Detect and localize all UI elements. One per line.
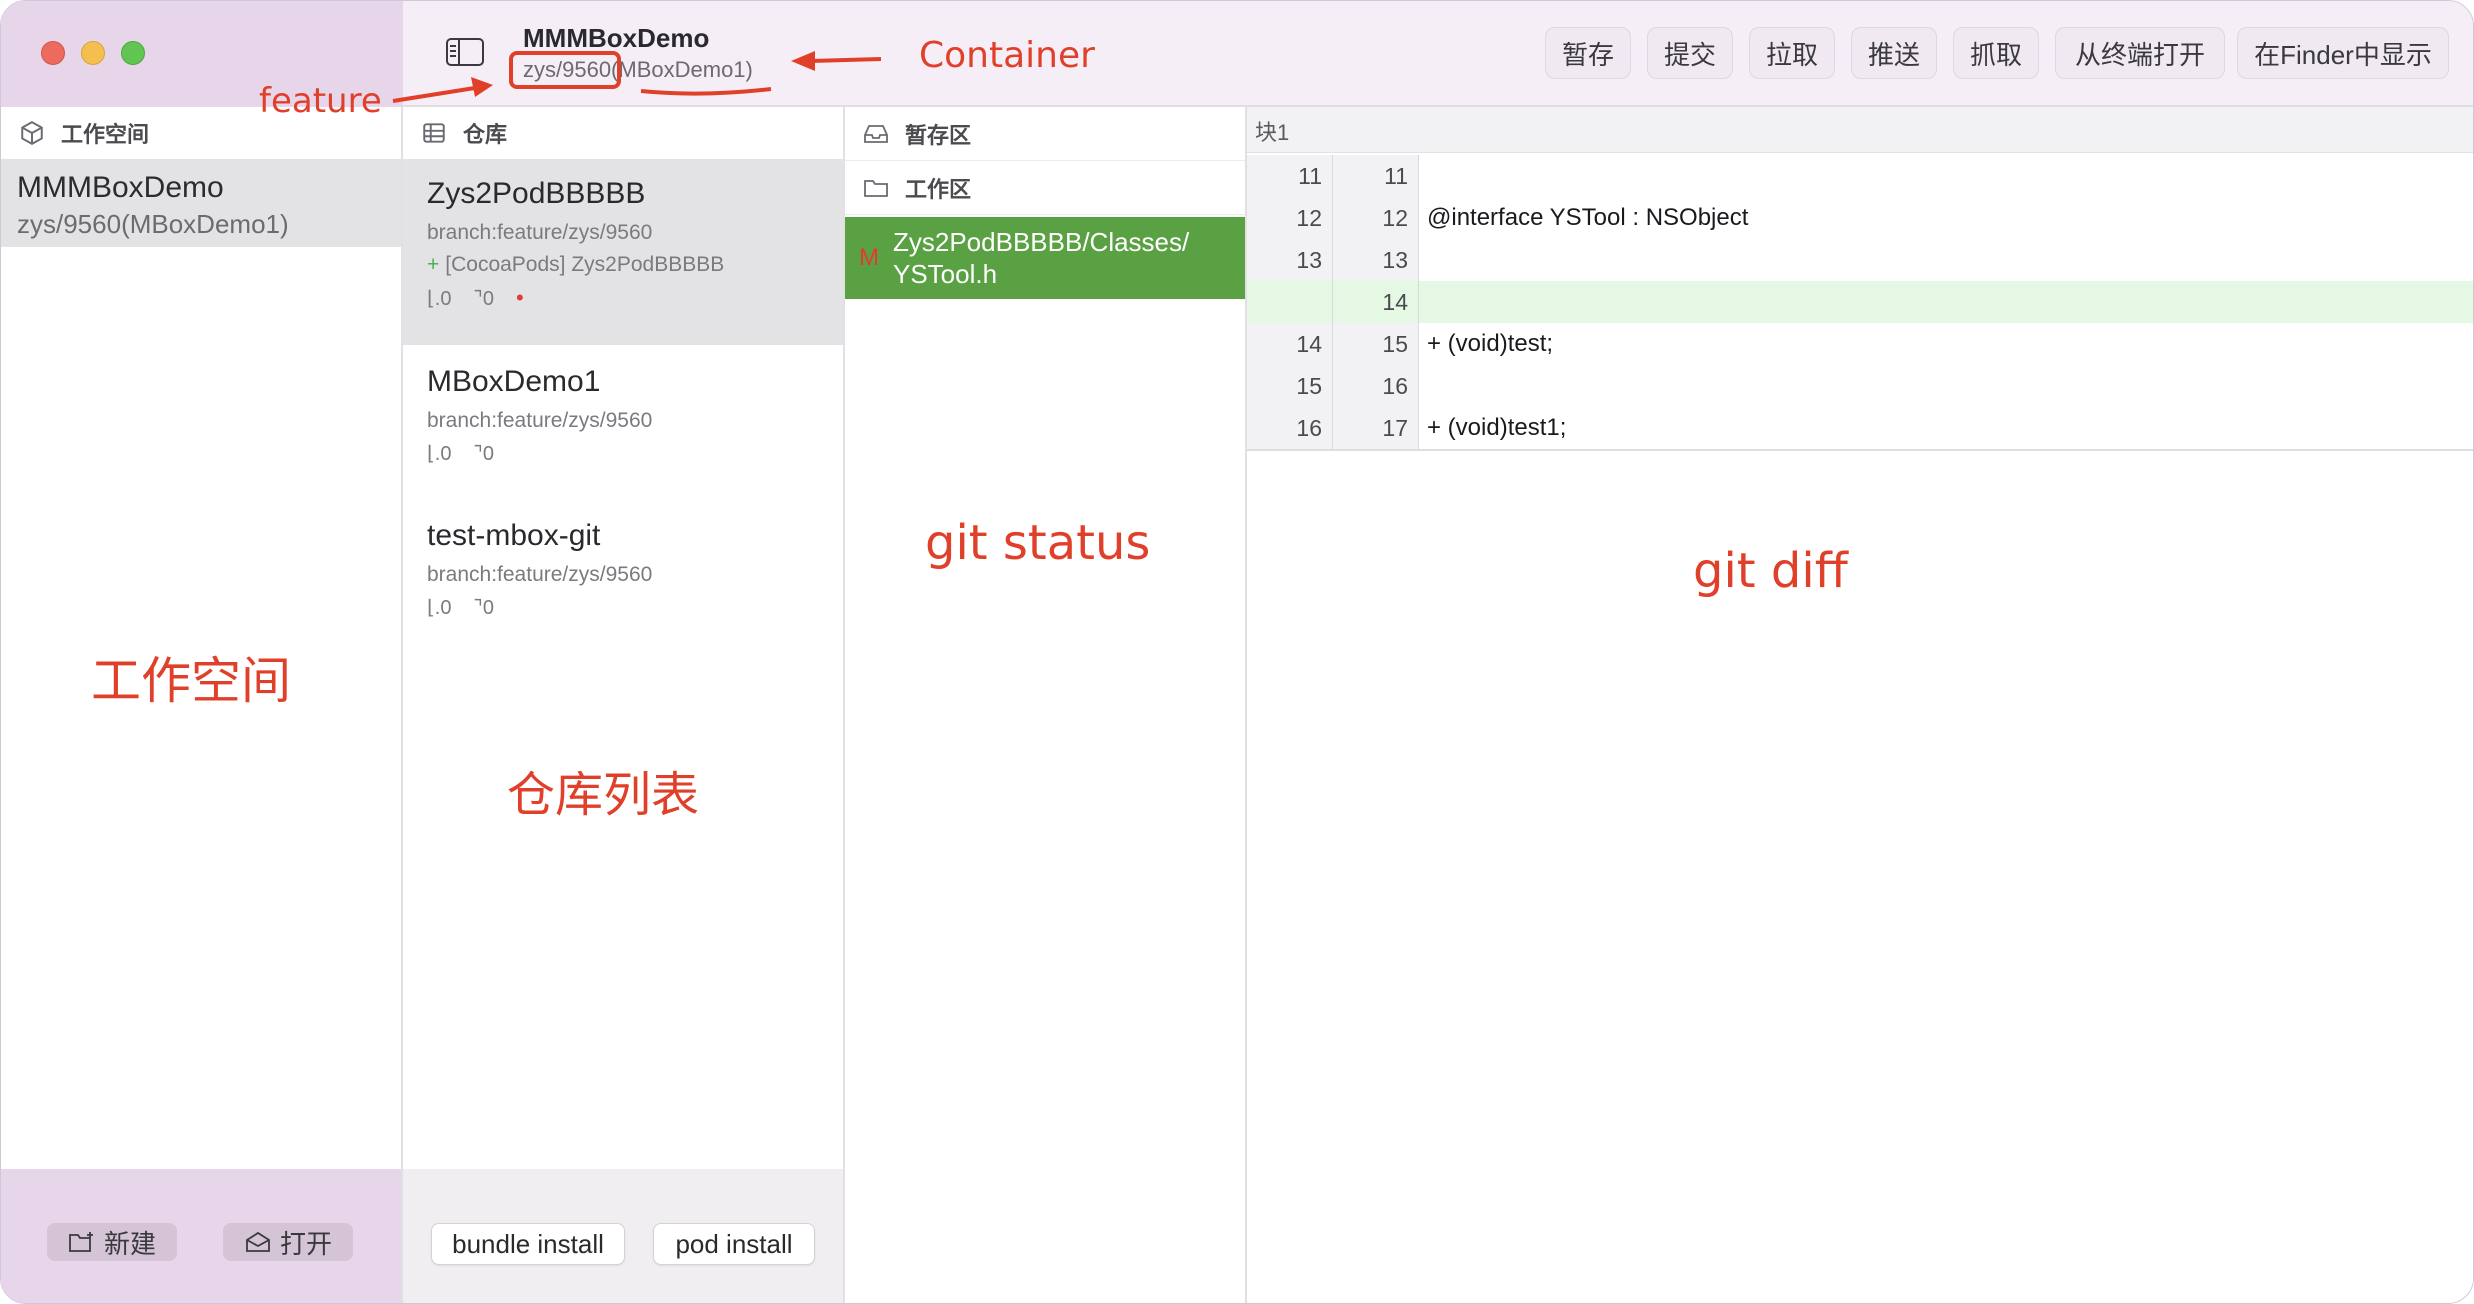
folder-icon	[864, 179, 888, 197]
old-line-number: 12	[1247, 197, 1333, 239]
repo-list-panel: 仓库 Zys2PodBBBBB branch:feature/zys/9560 …	[403, 107, 845, 1303]
open-workspace-button[interactable]: 打开	[223, 1223, 353, 1261]
bundle-install-button[interactable]: bundle install	[431, 1223, 625, 1265]
repo-counts: ⌊.0 ⌝0	[427, 595, 819, 620]
behind-count: ⌊.0	[427, 287, 452, 310]
new-line-number: 14	[1333, 281, 1419, 323]
changed-file-path: Zys2PodBBBBB/Classes/ YSTool.h	[893, 227, 1190, 289]
new-line-number: 16	[1333, 365, 1419, 407]
zoom-window-button[interactable]	[121, 41, 145, 65]
git-diff-annotation: git diff	[1693, 543, 1848, 599]
git-status-panel: 暂存区 工作区 M Zys2PodBBBBB/Classes/ YSTool.h	[845, 107, 1247, 1303]
workspace-item-sub: zys/9560(MBoxDemo1)	[17, 209, 289, 239]
old-line-number: 13	[1247, 239, 1333, 281]
repo-header-label: 仓库	[463, 122, 508, 147]
new-workspace-label: 新建	[103, 1228, 156, 1259]
open-envelope-icon	[246, 1231, 270, 1252]
new-workspace-button[interactable]: 新建	[47, 1223, 177, 1261]
tray-icon	[864, 124, 888, 143]
toolbar: MMMBoxDemo zys/9560(MBoxDemo1) 暂存 提交 拉取 …	[403, 1, 2473, 107]
repo-branch: branch:feature/zys/9560	[427, 409, 653, 432]
repo-list-annotation: 仓库列表	[507, 767, 700, 823]
container-annotation: Container	[919, 35, 1095, 76]
repo-item[interactable]: MBoxDemo1 branch:feature/zys/9560 ⌊.0 ⌝0	[403, 347, 843, 497]
old-line-number: 14	[1247, 323, 1333, 365]
repo-item[interactable]: Zys2PodBBBBB branch:feature/zys/9560 + [C…	[403, 159, 843, 345]
working-area-header[interactable]: 工作区	[845, 161, 1245, 215]
sidebar-footer: 新建 打开	[1, 1169, 401, 1303]
repo-name: Zys2PodBBBBB	[427, 177, 646, 210]
modified-dot: •	[515, 285, 524, 310]
new-folder-icon	[69, 1232, 93, 1252]
hunk-header: 块1	[1247, 107, 2473, 153]
ahead-count: ⌝0	[473, 287, 494, 310]
repo-name: MBoxDemo1	[427, 365, 601, 398]
cube-icon	[21, 121, 43, 145]
open-in-terminal-button[interactable]: 从终端打开	[2055, 27, 2225, 79]
repo-branch: branch:feature/zys/9560	[427, 563, 653, 586]
diff-line: 16 17 + (void)test1;	[1247, 407, 2473, 449]
git-diff-panel: 块1 11 11 12 12 @interface YSTool : NSObject 1…	[1247, 107, 2473, 1303]
workspace-item[interactable]: MMMBoxDemo zys/9560(MBoxDemo1)	[1, 159, 401, 247]
ahead-count: ⌝0	[473, 597, 494, 619]
diff-line: 14 15 + (void)test;	[1247, 323, 2473, 365]
fetch-button[interactable]: 抓取	[1953, 27, 2039, 79]
working-area-label: 工作区	[905, 176, 972, 202]
staged-area-header[interactable]: 暂存区	[845, 107, 1245, 161]
show-in-finder-button[interactable]: 在Finder中显示	[2237, 27, 2449, 79]
workspace-item-name: MMMBoxDemo	[17, 171, 224, 204]
push-button[interactable]: 推送	[1851, 27, 1937, 79]
code-line: @interface YSTool : NSObject	[1427, 204, 1749, 231]
diff-line: 13 13	[1247, 239, 2473, 281]
diff-divider	[1247, 449, 2473, 451]
repo-list-icon	[423, 123, 445, 143]
feature-annotation: feature	[259, 81, 382, 121]
new-line-number: 11	[1333, 155, 1419, 197]
pull-button[interactable]: 拉取	[1749, 27, 1835, 79]
old-line-number: 11	[1247, 155, 1333, 197]
old-line-number	[1247, 281, 1333, 323]
behind-count: ⌊.0	[427, 597, 452, 619]
open-workspace-label: 打开	[279, 1228, 332, 1259]
workspace-header-label: 工作空间	[61, 122, 150, 147]
new-line-number: 15	[1333, 323, 1419, 365]
code-line: + (void)test1;	[1427, 414, 1567, 441]
new-line-number: 13	[1333, 239, 1419, 281]
repo-header: 仓库	[421, 117, 507, 149]
repo-pod: + [CocoaPods] Zys2PodBBBBB	[427, 253, 819, 277]
diff-line: 12 12 @interface YSTool : NSObject	[1247, 197, 2473, 239]
new-line-number: 17	[1333, 407, 1419, 449]
old-line-number: 16	[1247, 407, 1333, 449]
commit-button[interactable]: 提交	[1647, 27, 1733, 79]
repo-counts: ⌊.0 ⌝0	[427, 441, 819, 466]
modified-flag: M	[859, 244, 879, 271]
diff-line: 14	[1247, 281, 2473, 323]
new-line-number: 12	[1333, 197, 1419, 239]
ahead-count: ⌝0	[473, 443, 494, 465]
repo-item[interactable]: test-mbox-git branch:feature/zys/9560 ⌊.…	[403, 501, 843, 651]
window-title: MMMBoxDemo	[523, 23, 710, 53]
repo-pod-label: [CocoaPods] Zys2PodBBBBB	[445, 253, 725, 276]
repo-counts: ⌊.0 ⌝0 •	[427, 285, 819, 311]
behind-count: ⌊.0	[427, 443, 452, 465]
repo-branch: branch:feature/zys/9560	[427, 221, 653, 244]
code-line: + (void)test;	[1427, 330, 1554, 357]
diff-line: 11 11	[1247, 155, 2473, 197]
old-line-number: 15	[1247, 365, 1333, 407]
changed-file-item[interactable]: M Zys2PodBBBBB/Classes/ YSTool.h	[845, 217, 1245, 299]
stash-button[interactable]: 暂存	[1545, 27, 1631, 79]
diff-line: 15 16	[1247, 365, 2473, 407]
close-window-button[interactable]	[41, 41, 65, 65]
staged-area-label: 暂存区	[905, 122, 972, 148]
pod-install-button[interactable]: pod install	[653, 1223, 815, 1265]
git-status-annotation: git status	[925, 515, 1151, 571]
repo-name: test-mbox-git	[427, 519, 601, 552]
sidebar-toggle-icon[interactable]	[445, 37, 485, 67]
window-subtitle: zys/9560(MBoxDemo1)	[523, 57, 753, 82]
workspace-annotation: 工作空间	[91, 652, 291, 710]
app-window: 工作空间 MMMBoxDemo zys/9560(MBoxDemo1) 新建 打…	[0, 0, 2474, 1304]
pod-added-sign: +	[427, 253, 440, 276]
minimize-window-button[interactable]	[81, 41, 105, 65]
workspace-header: 工作空间	[19, 117, 149, 149]
